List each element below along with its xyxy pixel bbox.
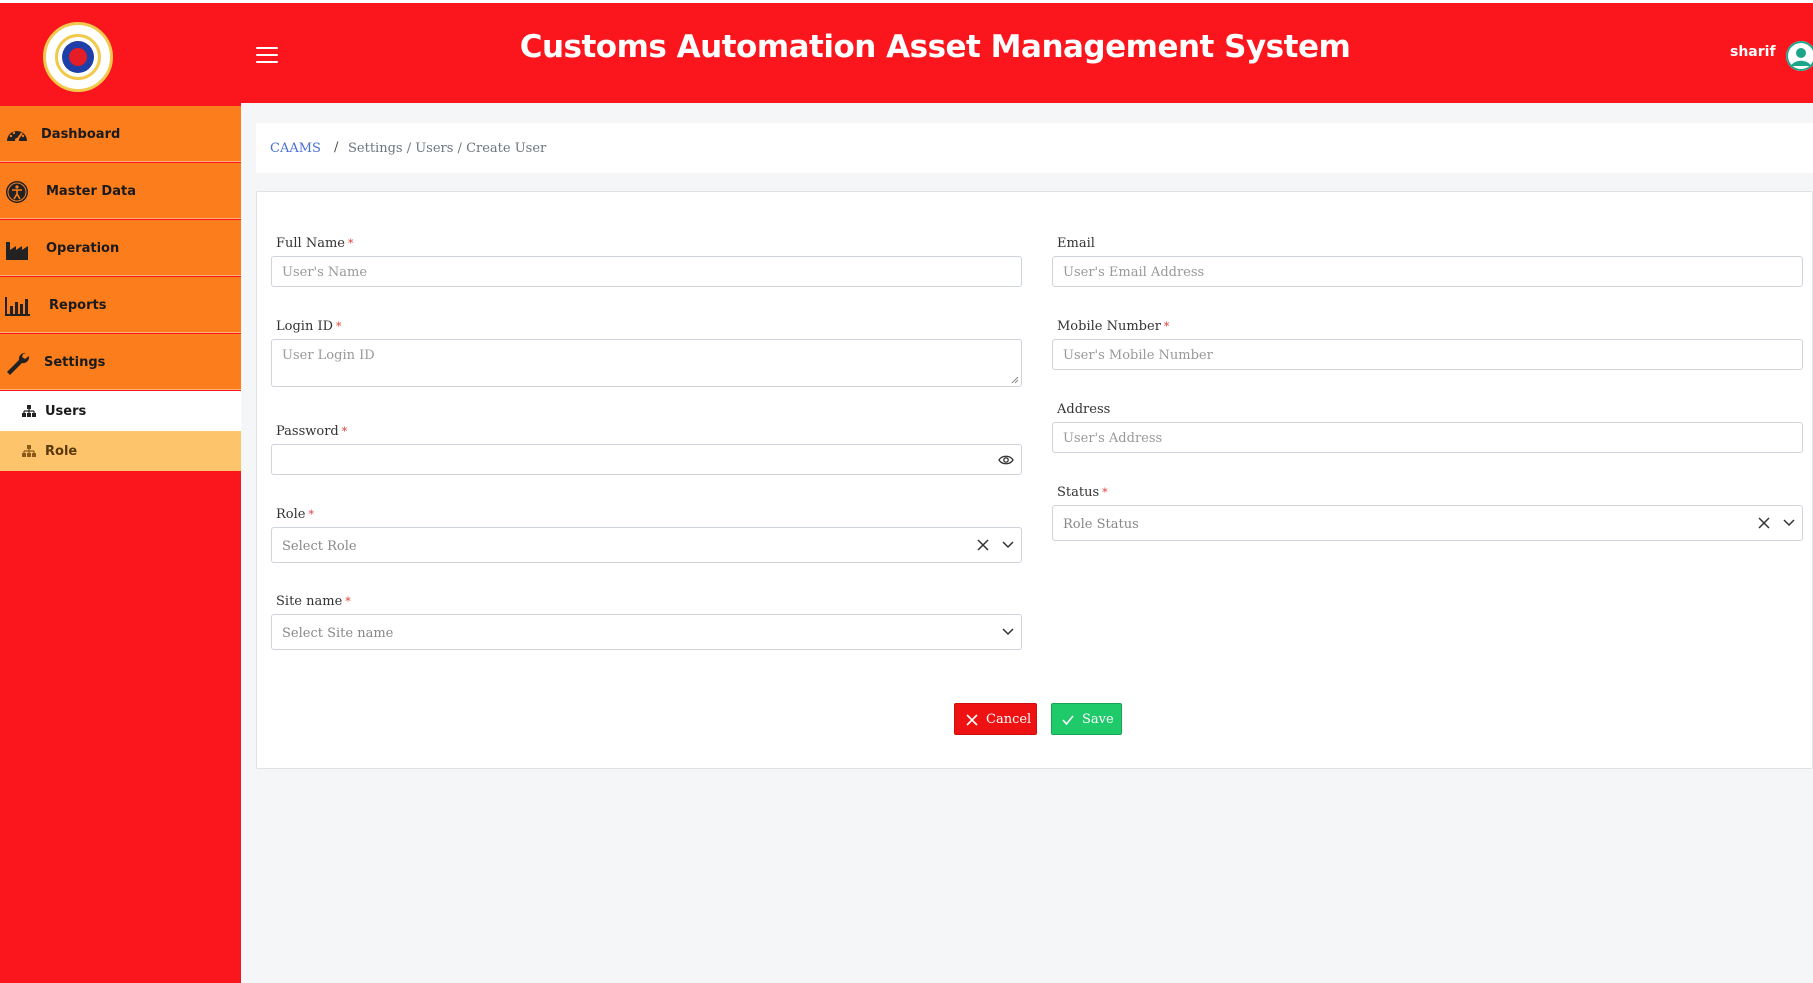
mobile-input[interactable]: User's Mobile Number bbox=[1052, 339, 1803, 370]
chevron-down-icon[interactable] bbox=[1782, 516, 1796, 530]
sidebar-item-operation[interactable]: Operation bbox=[0, 220, 241, 276]
site-name-label: Site name * bbox=[276, 594, 351, 609]
breadcrumb-path: Settings / Users / Create User bbox=[348, 141, 547, 156]
sidebar-subitem-label: Role bbox=[45, 444, 78, 459]
dashboard-gauge-icon bbox=[7, 131, 27, 142]
site-name-placeholder: Select Site name bbox=[282, 626, 394, 641]
sidebar-item-dashboard[interactable]: Dashboard bbox=[0, 106, 241, 162]
cancel-button[interactable]: Cancel bbox=[954, 703, 1037, 735]
sidebar-item-master-data[interactable]: Master Data bbox=[0, 163, 241, 219]
sitemap-icon bbox=[22, 445, 36, 457]
close-icon bbox=[966, 714, 978, 726]
main-content: CAAMS / Settings / Users / Create User F… bbox=[241, 103, 1813, 983]
email-input[interactable]: User's Email Address bbox=[1052, 256, 1803, 287]
create-user-form: Full Name * User's Name Login ID * User Lo… bbox=[256, 191, 1813, 769]
mobile-label: Mobile Number * bbox=[1057, 319, 1170, 334]
bar-chart-icon bbox=[5, 297, 30, 316]
login-id-label: Login ID * bbox=[276, 319, 342, 334]
site-name-select[interactable]: Select Site name bbox=[271, 614, 1022, 650]
password-input[interactable] bbox=[271, 444, 1022, 475]
full-name-label: Full Name * bbox=[276, 236, 354, 251]
chevron-down-icon[interactable] bbox=[1001, 538, 1015, 552]
sidebar-subitem-users[interactable]: Users bbox=[0, 391, 241, 431]
role-placeholder: Select Role bbox=[282, 539, 357, 554]
sitemap-icon bbox=[22, 405, 36, 417]
check-icon bbox=[1062, 715, 1074, 726]
sidebar-subitem-role[interactable]: Role bbox=[0, 431, 241, 471]
save-button[interactable]: Save bbox=[1051, 703, 1122, 735]
role-select[interactable]: Select Role bbox=[271, 527, 1022, 563]
clear-icon[interactable] bbox=[1757, 516, 1771, 530]
resize-handle-icon[interactable] bbox=[1011, 376, 1019, 384]
wrench-icon bbox=[7, 352, 30, 375]
app-title: Customs Automation Asset Management Syst… bbox=[519, 29, 1351, 65]
status-label: Status * bbox=[1057, 485, 1108, 500]
address-input[interactable]: User's Address bbox=[1052, 422, 1803, 453]
email-label: Email bbox=[1057, 236, 1095, 251]
sidebar-item-label: Operation bbox=[46, 241, 120, 256]
top-header: Customs Automation Asset Management Syst… bbox=[0, 3, 1813, 103]
status-select[interactable]: Role Status bbox=[1052, 505, 1803, 541]
factory-icon bbox=[6, 242, 28, 260]
password-label: Password * bbox=[276, 424, 348, 439]
status-placeholder: Role Status bbox=[1063, 517, 1139, 532]
sidebar-item-label: Master Data bbox=[46, 184, 136, 199]
chevron-down-icon[interactable] bbox=[1001, 625, 1015, 639]
eye-icon[interactable] bbox=[998, 454, 1014, 466]
save-button-label: Save bbox=[1082, 712, 1114, 727]
login-id-textarea[interactable]: User Login ID bbox=[271, 339, 1022, 387]
user-avatar-icon[interactable] bbox=[1786, 41, 1813, 71]
role-label: Role * bbox=[276, 507, 314, 522]
accessibility-icon bbox=[6, 181, 28, 203]
breadcrumb: CAAMS / Settings / Users / Create User bbox=[256, 123, 1813, 173]
username-label[interactable]: sharif bbox=[1730, 44, 1776, 60]
sidebar-item-label: Dashboard bbox=[41, 127, 121, 142]
app-root: Customs Automation Asset Management Syst… bbox=[0, 0, 1813, 983]
breadcrumb-separator: / bbox=[334, 140, 339, 155]
clear-icon[interactable] bbox=[976, 538, 990, 552]
address-label: Address bbox=[1057, 402, 1111, 417]
sidebar: Dashboard Master Data Operation Reports … bbox=[0, 103, 241, 983]
sidebar-item-label: Reports bbox=[49, 298, 107, 313]
sidebar-item-settings[interactable]: Settings bbox=[0, 334, 241, 390]
sidebar-item-reports[interactable]: Reports bbox=[0, 277, 241, 333]
cancel-button-label: Cancel bbox=[986, 712, 1032, 727]
sidebar-item-label: Settings bbox=[44, 355, 106, 370]
full-name-input[interactable]: User's Name bbox=[271, 256, 1022, 287]
breadcrumb-home-link[interactable]: CAAMS bbox=[270, 141, 321, 156]
sidebar-subitem-label: Users bbox=[45, 404, 87, 419]
